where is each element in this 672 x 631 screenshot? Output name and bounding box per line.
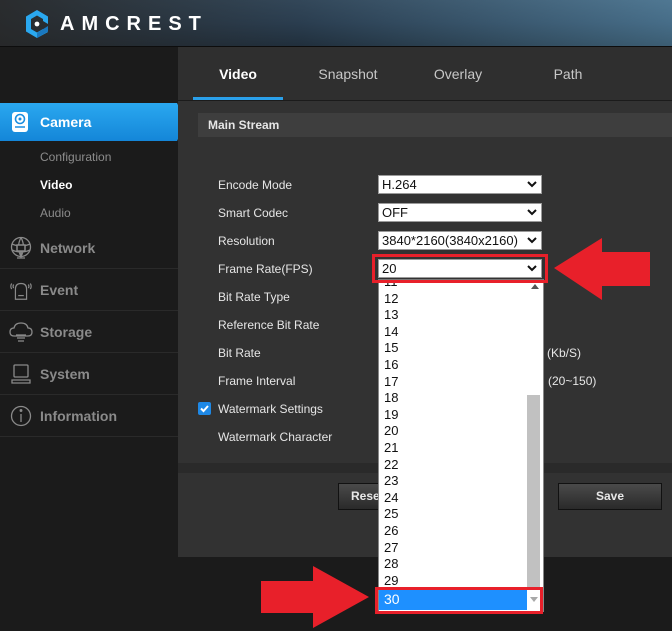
dropdown-option[interactable]: 18: [379, 390, 527, 407]
smart-codec-value: OFF: [382, 205, 408, 220]
resolution-select[interactable]: 3840*2160(3840x2160): [378, 231, 542, 250]
dropdown-scrollbar[interactable]: [527, 281, 543, 611]
info-icon: [10, 405, 32, 427]
chevron-down-icon: [527, 237, 537, 244]
scrollbar-thumb[interactable]: [527, 395, 540, 587]
encode-mode-label: Encode Mode: [218, 178, 293, 192]
alarm-icon: [10, 282, 32, 300]
bit-rate-type-label: Bit Rate Type: [218, 290, 290, 304]
resolution-label: Resolution: [218, 234, 275, 248]
section-header: Main Stream: [198, 113, 672, 137]
frame-rate-label: Frame Rate(FPS): [218, 262, 313, 276]
camera-icon: [12, 112, 28, 132]
chevron-down-icon: [527, 181, 537, 188]
sidebar-subitem-configuration[interactable]: Configuration: [40, 150, 111, 164]
dropdown-option[interactable]: 23: [379, 473, 527, 490]
network-globe-icon: [10, 236, 32, 259]
tab-path[interactable]: Path: [523, 66, 613, 82]
watermark-character-label: Watermark Character: [218, 430, 333, 444]
red-arrow-right-icon: [261, 566, 369, 628]
dropdown-option[interactable]: 19: [379, 407, 527, 424]
bit-rate-unit: (Kb/S): [547, 346, 582, 360]
dropdown-option[interactable]: 28: [379, 556, 527, 573]
red-arrow-left-icon: [554, 238, 650, 300]
dropdown-option[interactable]: 16: [379, 357, 527, 374]
sidebar-item-label: Information: [40, 408, 117, 424]
smart-codec-label: Smart Codec: [218, 206, 289, 220]
amcrest-hexagon-logo-icon: [26, 10, 48, 38]
sidebar-item-information[interactable]: Information: [0, 395, 178, 437]
tab-snapshot[interactable]: Snapshot: [303, 66, 393, 82]
watermark-settings-checkbox[interactable]: [198, 402, 211, 415]
sidebar-item-label: System: [40, 366, 90, 382]
reference-bit-rate-label: Reference Bit Rate: [218, 318, 320, 332]
resolution-value: 3840*2160(3840x2160): [382, 233, 518, 248]
sidebar-item-network[interactable]: Network: [0, 227, 178, 269]
sidebar-item-label: Camera: [40, 114, 92, 130]
frame-interval-label: Frame Interval: [218, 374, 296, 388]
dropdown-option[interactable]: 14: [379, 324, 527, 341]
sidebar-item-system[interactable]: System: [0, 353, 178, 395]
cloud-storage-icon: [9, 322, 33, 342]
active-tab-indicator: [193, 97, 283, 100]
sidebar-item-camera[interactable]: Camera: [0, 103, 186, 141]
section-title: Main Stream: [208, 118, 280, 132]
sidebar-item-event[interactable]: Event: [0, 269, 178, 311]
dropdown-option[interactable]: 17: [379, 374, 527, 391]
encode-mode-select[interactable]: H.264: [378, 175, 542, 194]
tab-video[interactable]: Video: [193, 66, 283, 82]
dropdown-option[interactable]: 15: [379, 340, 527, 357]
dropdown-option[interactable]: 26: [379, 523, 527, 540]
sidebar-item-label: Storage: [40, 324, 93, 340]
sidebar-subitem-video[interactable]: Video: [40, 178, 72, 192]
top-header: AMCREST: [0, 0, 672, 47]
dropdown-option[interactable]: 25: [379, 506, 527, 523]
sidebar-subitem-audio[interactable]: Audio: [40, 206, 71, 220]
encode-mode-value: H.264: [382, 177, 417, 192]
brand-logo[interactable]: AMCREST: [24, 9, 208, 39]
highlight-box-frame-rate: [372, 254, 548, 283]
frame-interval-range: (20~150): [548, 374, 597, 388]
bit-rate-label: Bit Rate: [218, 346, 261, 360]
dropdown-option[interactable]: 22: [379, 457, 527, 474]
dropdown-option[interactable]: 12: [379, 291, 527, 308]
sidebar-item-label: Network: [40, 240, 96, 256]
dropdown-option[interactable]: 20: [379, 423, 527, 440]
sidebar: Camera Configuration Video Audio Network…: [0, 47, 186, 631]
sidebar-item-label: Event: [40, 282, 79, 298]
scroll-up-arrow-icon[interactable]: [531, 284, 539, 289]
dropdown-option[interactable]: 27: [379, 540, 527, 557]
tab-bar: Video Snapshot Overlay Path: [178, 47, 672, 101]
computer-icon: [11, 364, 31, 384]
tab-overlay[interactable]: Overlay: [413, 66, 503, 82]
brand-name: AMCREST: [60, 12, 208, 35]
highlight-box-option-30: [375, 587, 543, 614]
watermark-settings-label: Watermark Settings: [218, 402, 323, 416]
smart-codec-select[interactable]: OFF: [378, 203, 542, 222]
checkmark-icon: [200, 405, 209, 413]
dropdown-option[interactable]: 13: [379, 307, 527, 324]
sidebar-item-storage[interactable]: Storage: [0, 311, 178, 353]
dropdown-option[interactable]: 21: [379, 440, 527, 457]
save-button[interactable]: Save: [558, 483, 662, 510]
frame-rate-dropdown-list[interactable]: 30 29 28 27 26 25 24 23 22 21 20 19 18 17 16 15 14 13 12 11: [378, 279, 544, 612]
dropdown-option[interactable]: 24: [379, 490, 527, 507]
chevron-down-icon: [527, 209, 537, 216]
